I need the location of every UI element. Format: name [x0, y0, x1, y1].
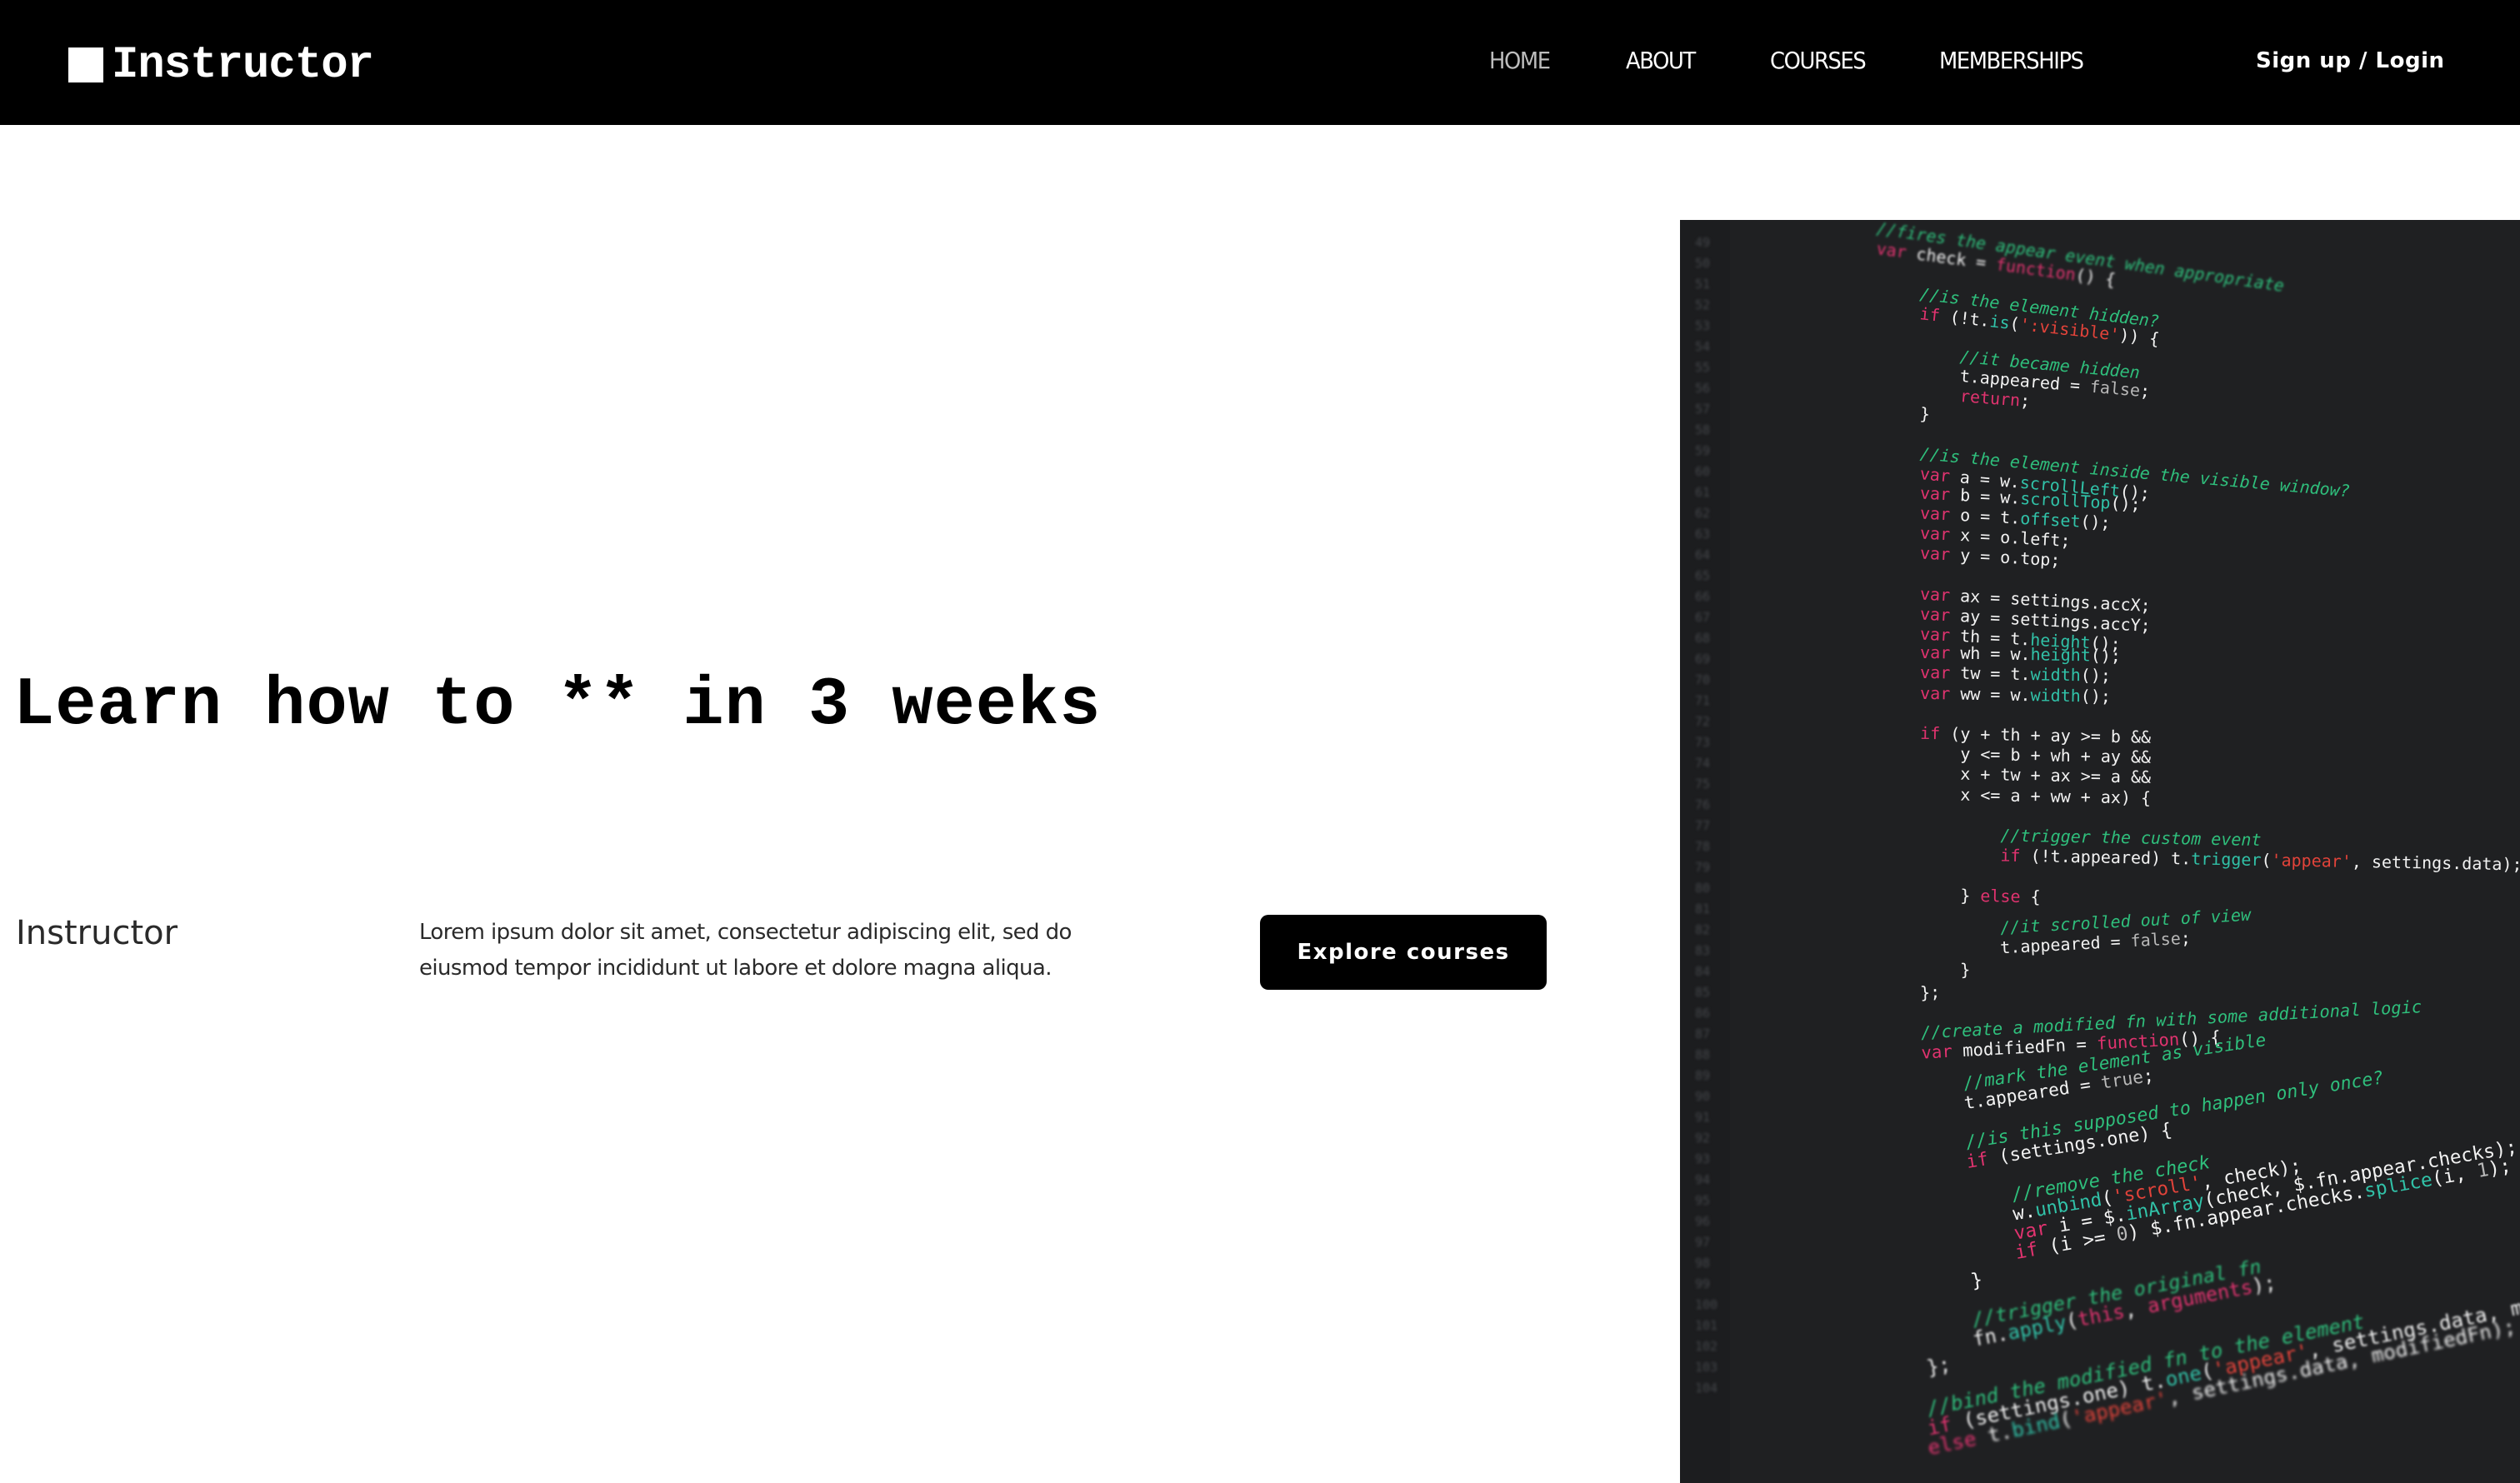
explore-courses-button[interactable]: Explore courses [1260, 915, 1547, 990]
code-token: (); [2109, 492, 2142, 514]
code-token: var [1879, 642, 1961, 663]
code-token: (); [2080, 685, 2112, 707]
code-line: } [1879, 400, 1931, 424]
code-token: ( [2261, 850, 2272, 871]
hero-description: Lorem ipsum dolor sit amet, consectetur … [419, 920, 1072, 981]
code-token: ; [2139, 381, 2152, 402]
code-token: var [1879, 682, 1961, 704]
code-token: ; [2019, 390, 2032, 411]
code-token: false [2129, 928, 2182, 951]
code-line: } else { [1880, 884, 2041, 906]
code-lines: //fires the appear event when appropriat… [1680, 220, 2520, 1483]
logo-square-icon [68, 47, 103, 82]
code-token: wh = w. [1960, 642, 2031, 665]
code-token: (); [2080, 665, 2112, 687]
logo-link[interactable]: Instructor [68, 39, 374, 91]
code-token: if [1879, 843, 2031, 866]
nav-item-home[interactable]: HOME [1489, 47, 1551, 74]
code-token: ; [2180, 927, 2192, 949]
code-token: }; [1879, 981, 1941, 1005]
code-line: x <= a + ww + ax) { [1879, 782, 2152, 808]
code-token: ); [2486, 1154, 2513, 1181]
code-line: }; [1879, 981, 1940, 1005]
nav-item-about[interactable]: ABOUT [1626, 47, 1696, 74]
code-token: var [1879, 541, 1961, 566]
code-token: x <= a + ww + ax) { [1879, 782, 2152, 808]
code-token: (!t.appeared) t. [2030, 846, 2192, 869]
logo-text: Instructor [112, 39, 374, 91]
code-screenshot-image: 49 50 51 52 53 54 55 56 57 58 59 60 61 62 63 64 65 66 67 68… [1680, 220, 2520, 1483]
nav-item-courses[interactable]: COURSES [1770, 47, 1867, 74]
code-token: )) { [2118, 324, 2161, 349]
code-token: ); [2250, 1270, 2278, 1298]
code-token: width [2030, 664, 2082, 686]
code-token: false [2089, 377, 2142, 401]
nav-item-memberships[interactable]: MEMBERSHIPS [1939, 47, 2084, 74]
code-token: } [1878, 399, 1932, 424]
code-line: if (!t.appeared) t.trigger('appear', set… [1879, 843, 2520, 875]
code-token: var [1879, 662, 1961, 684]
code-token: height [2030, 644, 2092, 666]
code-token: () { [2074, 264, 2118, 291]
code-token: } [1879, 883, 1981, 906]
code-token: o = t. [1959, 504, 2021, 528]
code-token: { [2020, 886, 2041, 906]
code-line: } [1879, 959, 1971, 985]
code-token: if [1879, 722, 1951, 744]
code-token: else [1980, 885, 2021, 906]
code-token: is [1988, 310, 2011, 333]
signup-login-link[interactable]: Sign up / Login [2256, 48, 2445, 73]
code-token: offset [2019, 507, 2082, 532]
code-token: trigger [2191, 848, 2262, 871]
code-token: (!t. [1948, 306, 1991, 331]
code-token: b = w. [1959, 484, 2021, 508]
site-header: Instructor HOME ABOUT COURSES MEMBERSHIP… [0, 0, 2520, 125]
brand-label: Instructor [16, 914, 178, 952]
code-token: (); [2079, 511, 2112, 533]
code-token: ww = w. [1960, 683, 2031, 705]
code-token: var [1879, 1040, 1963, 1066]
code-token: , settings.data); [2351, 851, 2520, 875]
code-token: } [1879, 959, 1971, 985]
code-line: var ww = w.width(); [1879, 682, 2112, 707]
code-token: tw = t. [1960, 663, 2031, 685]
hero-title: Learn how to ** in 3 weeks [13, 667, 1102, 744]
code-token: ; [2141, 1064, 2156, 1087]
code-token: 'appear' [2271, 850, 2352, 872]
code-token: width [2030, 684, 2082, 706]
code-token: y = o.top; [1959, 545, 2062, 571]
code-token: var [1875, 238, 1918, 264]
code-token: (); [2090, 645, 2122, 667]
